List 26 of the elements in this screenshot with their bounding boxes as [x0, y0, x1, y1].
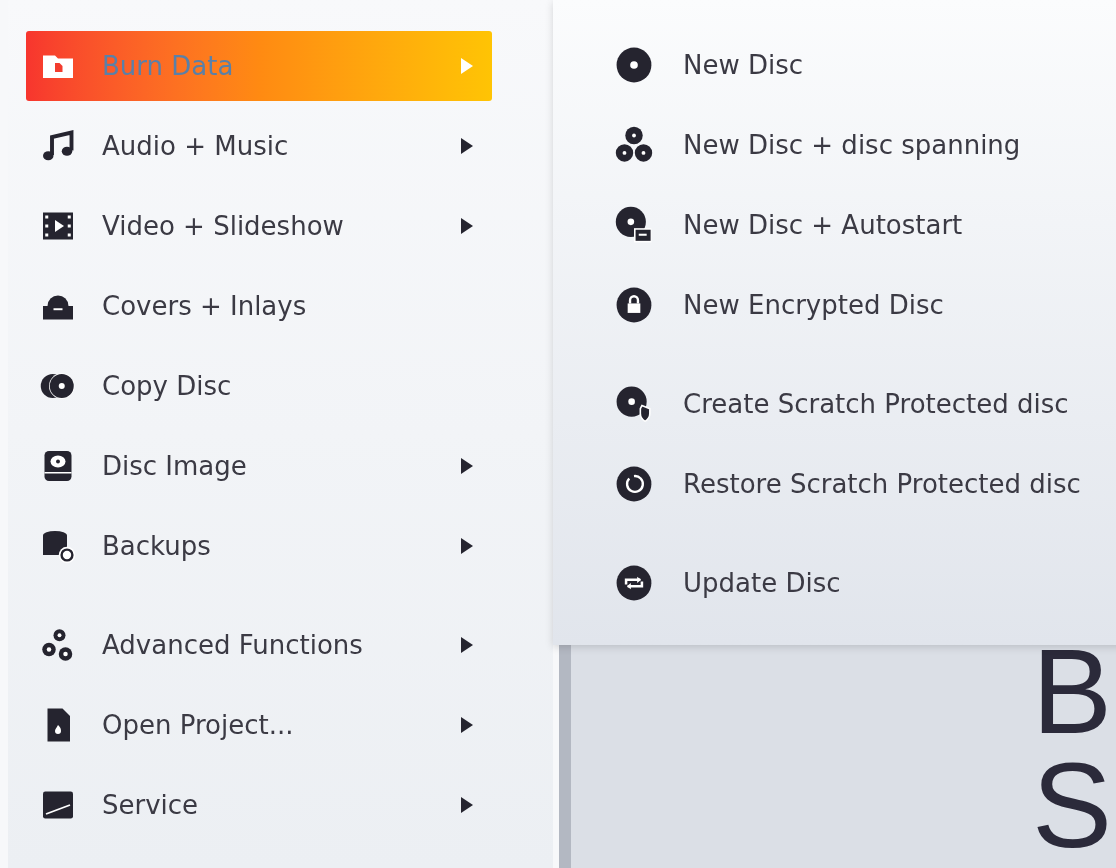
- submenu-item[interactable]: Create Scratch Protected disc: [553, 369, 1116, 439]
- submenu-item[interactable]: New Disc + Autostart: [553, 190, 1116, 260]
- submenu-item[interactable]: Restore Scratch Protected disc: [553, 449, 1116, 519]
- background-title-letter: B: [1031, 634, 1112, 748]
- menu-item[interactable]: Open Project...: [26, 690, 492, 760]
- submenu-item[interactable]: Update Disc: [553, 548, 1116, 618]
- menu-item[interactable]: Disc Image: [26, 431, 492, 501]
- lock-circle-icon: [615, 286, 653, 324]
- menu-item[interactable]: Covers + Inlays: [26, 271, 492, 341]
- disc-shield-icon: [615, 385, 653, 423]
- disc-window-icon: [615, 206, 653, 244]
- menu-item[interactable]: Advanced Functions: [26, 610, 492, 680]
- menu-item[interactable]: Audio + Music: [26, 111, 492, 181]
- sync-circle-icon: [615, 564, 653, 602]
- database-restore-icon: [40, 528, 76, 564]
- submenu-item[interactable]: New Encrypted Disc: [553, 270, 1116, 340]
- menu-item[interactable]: Backups: [26, 511, 492, 581]
- submenu-item[interactable]: New Disc + disc spanning: [553, 110, 1116, 180]
- submenu-item[interactable]: New Disc: [553, 30, 1116, 100]
- background-title-letter: S: [1031, 748, 1112, 862]
- menu-item[interactable]: Service: [26, 770, 492, 840]
- three-discs-icon: [615, 126, 653, 164]
- disc-icon: [615, 46, 653, 84]
- restore-circle-icon: [615, 465, 653, 503]
- menu-item[interactable]: Video + Slideshow: [26, 191, 492, 261]
- menu-item[interactable]: Copy Disc: [26, 351, 492, 421]
